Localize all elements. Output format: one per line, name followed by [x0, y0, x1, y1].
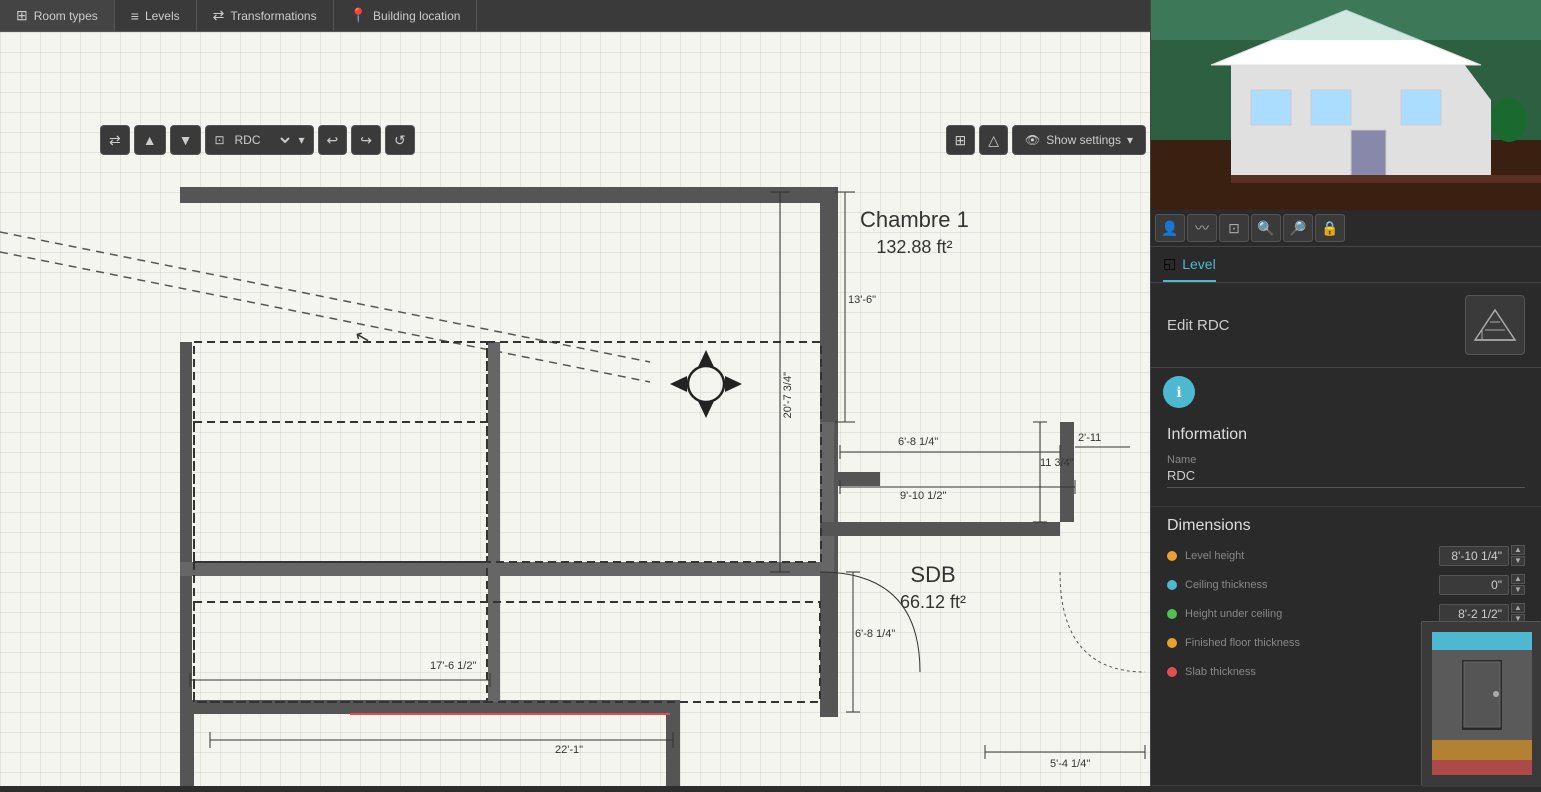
transformations-icon: ⇄ — [213, 7, 225, 24]
levels-icon: ≡ — [131, 8, 139, 24]
ceiling-thickness-label: Ceiling thickness — [1185, 579, 1431, 591]
ceiling-thickness-control: ▲ ▼ — [1439, 574, 1525, 595]
tab-room-types-label: Room types — [34, 9, 98, 23]
level-height-control: ▲ ▼ — [1439, 545, 1525, 566]
undo-button[interactable]: ↩ — [318, 125, 348, 155]
level-height-down[interactable]: ▼ — [1511, 556, 1525, 566]
roof-view-button[interactable]: △ — [979, 125, 1008, 155]
chambre1-name: Chambre 1 — [860, 207, 969, 233]
room-label-sdb: SDB 66.12 ft² — [900, 562, 966, 613]
height-under-ceiling-up[interactable]: ▲ — [1511, 603, 1525, 613]
zoom-in-button[interactable]: 🔍 — [1251, 214, 1281, 242]
dim-6-8-vert: 6'-8 1/4" — [855, 628, 895, 640]
tab-room-types[interactable]: ⊞ Room types — [0, 0, 115, 31]
level-tab[interactable]: ◱ Level — [1163, 247, 1216, 282]
panel-icon-toolbar: 👤 〰 ⊡ 🔍 🔎 🔒 — [1151, 210, 1541, 247]
dim-9-10: 9'-10 1/2" — [900, 490, 946, 502]
ceiling-thickness-input[interactable] — [1439, 575, 1509, 595]
tab-building-location-label: Building location — [373, 9, 460, 23]
dim-17-6: 17'-6 1/2" — [430, 660, 476, 672]
floor-view-button[interactable]: ⊞ — [946, 125, 976, 155]
room-label-chambre1: Chambre 1 132.88 ft² — [860, 207, 969, 258]
slab-thickness-dot — [1167, 667, 1177, 677]
dim-20-7: 20'-7 3/4" — [782, 372, 794, 418]
edit-section: Edit RDC — [1151, 283, 1541, 368]
ceiling-thickness-dot — [1167, 580, 1177, 590]
height-under-ceiling-label: Height under ceiling — [1185, 608, 1431, 620]
person-view-button[interactable]: 👤 — [1155, 214, 1185, 242]
level-height-dot — [1167, 551, 1177, 561]
info-icon: ℹ — [1176, 384, 1181, 401]
height-under-ceiling-dot — [1167, 609, 1177, 619]
3d-preview — [1151, 0, 1541, 210]
dim-22-1: 22'-1" — [555, 744, 583, 756]
ceiling-thickness-spinner: ▲ ▼ — [1511, 574, 1525, 595]
chambre1-area: 132.88 ft² — [860, 237, 969, 258]
dropdown-arrow-icon: ▾ — [299, 133, 305, 147]
ceiling-thickness-row: Ceiling thickness ▲ ▼ — [1167, 574, 1525, 595]
view-toolbar: ⊞ △ 👁 Show settings ▾ — [946, 122, 1147, 158]
dim-2-11: 2'-11 — [1078, 432, 1101, 444]
level-selector[interactable]: ⊡ RDC Étage 1 Étage 2 ▾ — [205, 125, 313, 155]
edit-title: Edit RDC — [1167, 317, 1230, 334]
3d-preview-content — [1151, 0, 1541, 210]
level-height-label: Level height — [1185, 550, 1431, 562]
zoom-out-button[interactable]: 🔎 — [1283, 214, 1313, 242]
show-settings-button[interactable]: 👁 Show settings ▾ — [1012, 125, 1146, 155]
name-field-group: Name RDC — [1167, 454, 1525, 488]
redo-button[interactable]: ↪ — [351, 125, 381, 155]
dim-6-8: 6'-8 1/4" — [898, 436, 938, 448]
level-down-button[interactable]: ▼ — [170, 125, 202, 155]
floor-icon: ⊡ — [214, 133, 224, 147]
show-settings-label: Show settings — [1046, 133, 1121, 147]
dim-5-4: 5'-4 1/4" — [1050, 758, 1090, 770]
dim-13-6: 13'-6" — [848, 294, 876, 306]
level-tab-label: Level — [1182, 256, 1215, 272]
level-height-up[interactable]: ▲ — [1511, 545, 1525, 555]
slab-thickness-label: Slab thickness — [1185, 666, 1431, 678]
tab-building-location[interactable]: 📍 Building location — [334, 0, 478, 31]
information-title: Information — [1167, 426, 1525, 444]
level-up-button[interactable]: ▲ — [134, 125, 166, 155]
sdb-area: 66.12 ft² — [900, 592, 966, 613]
info-tab-button[interactable]: ℹ — [1163, 376, 1195, 408]
name-field-label: Name — [1167, 454, 1525, 466]
center-toolbar: ⇄ ▲ ▼ ⊡ RDC Étage 1 Étage 2 ▾ ↩ ↪ ↺ — [100, 122, 415, 158]
tab-levels[interactable]: ≡ Levels — [115, 0, 197, 31]
finished-floor-thickness-label: Finished floor thickness — [1185, 637, 1431, 649]
information-section: Information Name RDC — [1151, 416, 1541, 507]
finished-floor-thickness-dot — [1167, 638, 1177, 648]
right-panel: 👤 〰 ⊡ 🔍 🔎 🔒 ◱ Level Edit RDC ℹ — [1150, 0, 1541, 786]
tab-transformations-label: Transformations — [230, 9, 316, 23]
wave-button[interactable]: 〰 — [1187, 214, 1217, 242]
tab-levels-label: Levels — [145, 9, 180, 23]
dimensions-title: Dimensions — [1167, 517, 1525, 535]
level-dropdown[interactable]: RDC Étage 1 Étage 2 — [231, 132, 293, 148]
door-cross-section-diagram — [1421, 621, 1541, 786]
swap-button[interactable]: ⇄ — [100, 125, 130, 155]
building-location-icon: 📍 — [350, 7, 367, 24]
level-preview-icon — [1465, 295, 1525, 355]
ceiling-thickness-down[interactable]: ▼ — [1511, 585, 1525, 595]
level-height-input[interactable] — [1439, 546, 1509, 566]
dim-11-3-4: 11 3/4" — [1040, 457, 1074, 469]
eye-icon: 👁 — [1025, 133, 1040, 147]
name-field-value: RDC — [1167, 468, 1525, 488]
sdb-name: SDB — [900, 562, 966, 588]
level-height-spinner: ▲ ▼ — [1511, 545, 1525, 566]
refresh-button[interactable]: ↺ — [385, 125, 415, 155]
layout-button[interactable]: ⊡ — [1219, 214, 1249, 242]
lock-button[interactable]: 🔒 — [1315, 214, 1345, 242]
tab-transformations[interactable]: ⇄ Transformations — [197, 0, 334, 31]
level-tab-icon: ◱ — [1163, 255, 1176, 272]
settings-chevron-icon: ▾ — [1127, 133, 1133, 147]
ceiling-thickness-up[interactable]: ▲ — [1511, 574, 1525, 584]
room-types-icon: ⊞ — [16, 7, 28, 24]
top-navigation: ⊞ Room types ≡ Levels ⇄ Transformations … — [0, 0, 1150, 32]
level-height-row: Level height ▲ ▼ — [1167, 545, 1525, 566]
info-tab-area: ℹ — [1151, 368, 1541, 416]
